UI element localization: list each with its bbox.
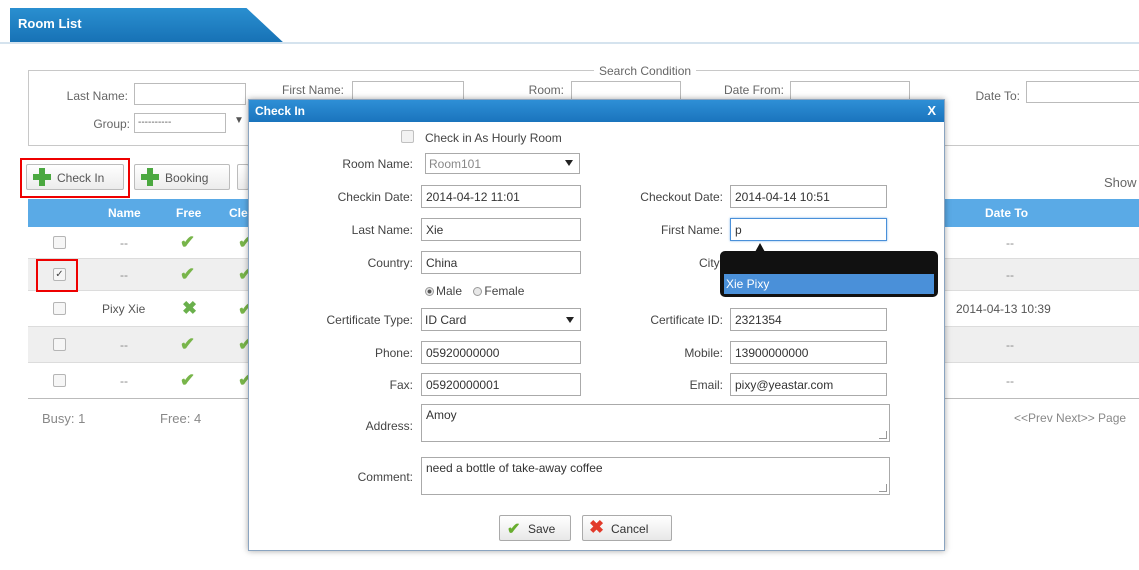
female-label: Female: [484, 284, 525, 298]
column-header-name[interactable]: Name: [108, 206, 141, 220]
male-radio[interactable]: [425, 287, 434, 296]
last-name-input[interactable]: Xie: [421, 218, 581, 241]
row-checkbox[interactable]: [53, 302, 66, 315]
row-checkbox[interactable]: [53, 236, 66, 249]
male-label: Male: [436, 284, 463, 298]
chevron-down-icon: [565, 160, 573, 166]
not-free-cross-icon: ✖: [182, 298, 198, 318]
save-button[interactable]: ✔ Save: [499, 515, 571, 541]
search-condition-legend: Search Condition: [594, 64, 697, 78]
first-name-input[interactable]: p: [730, 218, 887, 241]
check-icon: ✔: [507, 521, 521, 538]
phone-label: Phone:: [374, 346, 413, 360]
tab-bar: Room List: [0, 0, 1139, 44]
close-icon[interactable]: X: [927, 103, 936, 118]
country-input[interactable]: China: [421, 251, 581, 274]
row-date-to: --: [1006, 338, 1014, 352]
row-name: --: [120, 338, 128, 352]
free-check-icon: ✔: [180, 334, 196, 354]
tab-room-list[interactable]: Room List: [10, 8, 285, 44]
email-input[interactable]: pixy@yeastar.com: [730, 373, 887, 396]
autocomplete-dropdown: Xie Pixy: [720, 251, 938, 297]
address-textarea[interactable]: Amoy: [421, 404, 890, 442]
autocomplete-item[interactable]: Xie Pixy: [724, 274, 934, 294]
highlight-frame: [20, 158, 130, 198]
highlight-frame: [36, 259, 78, 292]
row-name: --: [120, 268, 128, 282]
fax-input[interactable]: 05920000001: [421, 373, 581, 396]
group-chevron-down-icon: ▼: [234, 115, 244, 126]
mobile-input[interactable]: 13900000000: [730, 341, 887, 364]
search-date-to-label: Date To:: [975, 89, 1020, 103]
comment-textarea[interactable]: need a bottle of take-away coffee: [421, 457, 890, 495]
checkin-date-input[interactable]: 2014-04-12 11:01: [421, 185, 581, 208]
row-name: --: [120, 236, 128, 250]
email-label: Email:: [689, 378, 723, 392]
checkout-date-input[interactable]: 2014-04-14 10:51: [730, 185, 887, 208]
dialog-title-bar[interactable]: Check In X: [249, 100, 944, 122]
hourly-room-label: Check in As Hourly Room: [425, 131, 562, 145]
column-header-clean[interactable]: Cle: [229, 206, 248, 220]
dialog-title: Check In: [255, 104, 306, 118]
column-header-free[interactable]: Free: [176, 206, 201, 220]
row-checkbox[interactable]: [53, 338, 66, 351]
certificate-type-select[interactable]: ID Card: [421, 308, 581, 331]
tab-divider: [0, 42, 1139, 44]
address-label: Address:: [365, 419, 413, 433]
column-header-date-to[interactable]: Date To: [985, 206, 1028, 220]
phone-input[interactable]: 05920000000: [421, 341, 581, 364]
search-group-label: Group:: [93, 117, 130, 131]
gender-group: Male Female: [425, 284, 524, 298]
free-check-icon: ✔: [180, 232, 196, 252]
booking-button[interactable]: Booking: [134, 164, 230, 190]
row-name: --: [120, 374, 128, 388]
checkout-date-label: Checkout Date:: [640, 190, 723, 204]
city-label: City:: [699, 256, 723, 270]
room-name-select[interactable]: Room101: [425, 153, 580, 174]
row-date-to: --: [1006, 236, 1014, 250]
search-date-to-input[interactable]: [1026, 81, 1139, 103]
cancel-button[interactable]: ✖ Cancel: [582, 515, 672, 541]
hourly-room-checkbox[interactable]: [401, 130, 414, 143]
search-last-name-input[interactable]: [134, 83, 246, 105]
row-date-to: 2014-04-13 10:39: [956, 302, 1051, 316]
row-date-to: --: [1006, 374, 1014, 388]
free-check-icon: ✔: [180, 370, 196, 390]
pager-links[interactable]: <<Prev Next>> Page: [1014, 411, 1126, 425]
resize-grip-icon[interactable]: [879, 431, 887, 439]
chevron-down-icon: [566, 317, 574, 323]
mobile-label: Mobile:: [684, 346, 723, 360]
country-label: Country:: [367, 256, 413, 270]
search-room-label: Room:: [528, 83, 564, 97]
checkin-date-label: Checkin Date:: [337, 190, 413, 204]
search-group-select[interactable]: ----------: [134, 113, 226, 133]
search-first-name-label: First Name:: [281, 83, 344, 97]
check-in-dialog: Check In X Check in As Hourly Room Room …: [248, 99, 945, 551]
cancel-x-icon: ✖: [589, 517, 605, 537]
row-name: Pixy Xie: [102, 302, 146, 316]
search-last-name-label: Last Name:: [66, 89, 128, 103]
fax-label: Fax:: [389, 378, 413, 392]
row-date-to: --: [1006, 268, 1014, 282]
certificate-id-input[interactable]: 2321354: [730, 308, 887, 331]
first-name-label: First Name:: [660, 223, 723, 237]
show-label: Show: [1104, 175, 1137, 190]
room-name-label: Room Name:: [342, 157, 413, 171]
comment-label: Comment:: [357, 470, 413, 484]
female-radio[interactable]: [473, 287, 483, 296]
certificate-type-label: Certificate Type:: [326, 313, 413, 327]
row-checkbox[interactable]: [53, 374, 66, 387]
free-count: Free: 4: [160, 411, 202, 426]
busy-count: Busy: 1: [42, 411, 86, 426]
last-name-label: Last Name:: [351, 223, 413, 237]
resize-grip-icon[interactable]: [879, 484, 887, 492]
certificate-id-label: Certificate ID:: [650, 313, 723, 327]
search-date-from-label: Date From:: [723, 83, 784, 97]
plus-icon: [141, 168, 159, 186]
free-check-icon: ✔: [180, 264, 196, 284]
